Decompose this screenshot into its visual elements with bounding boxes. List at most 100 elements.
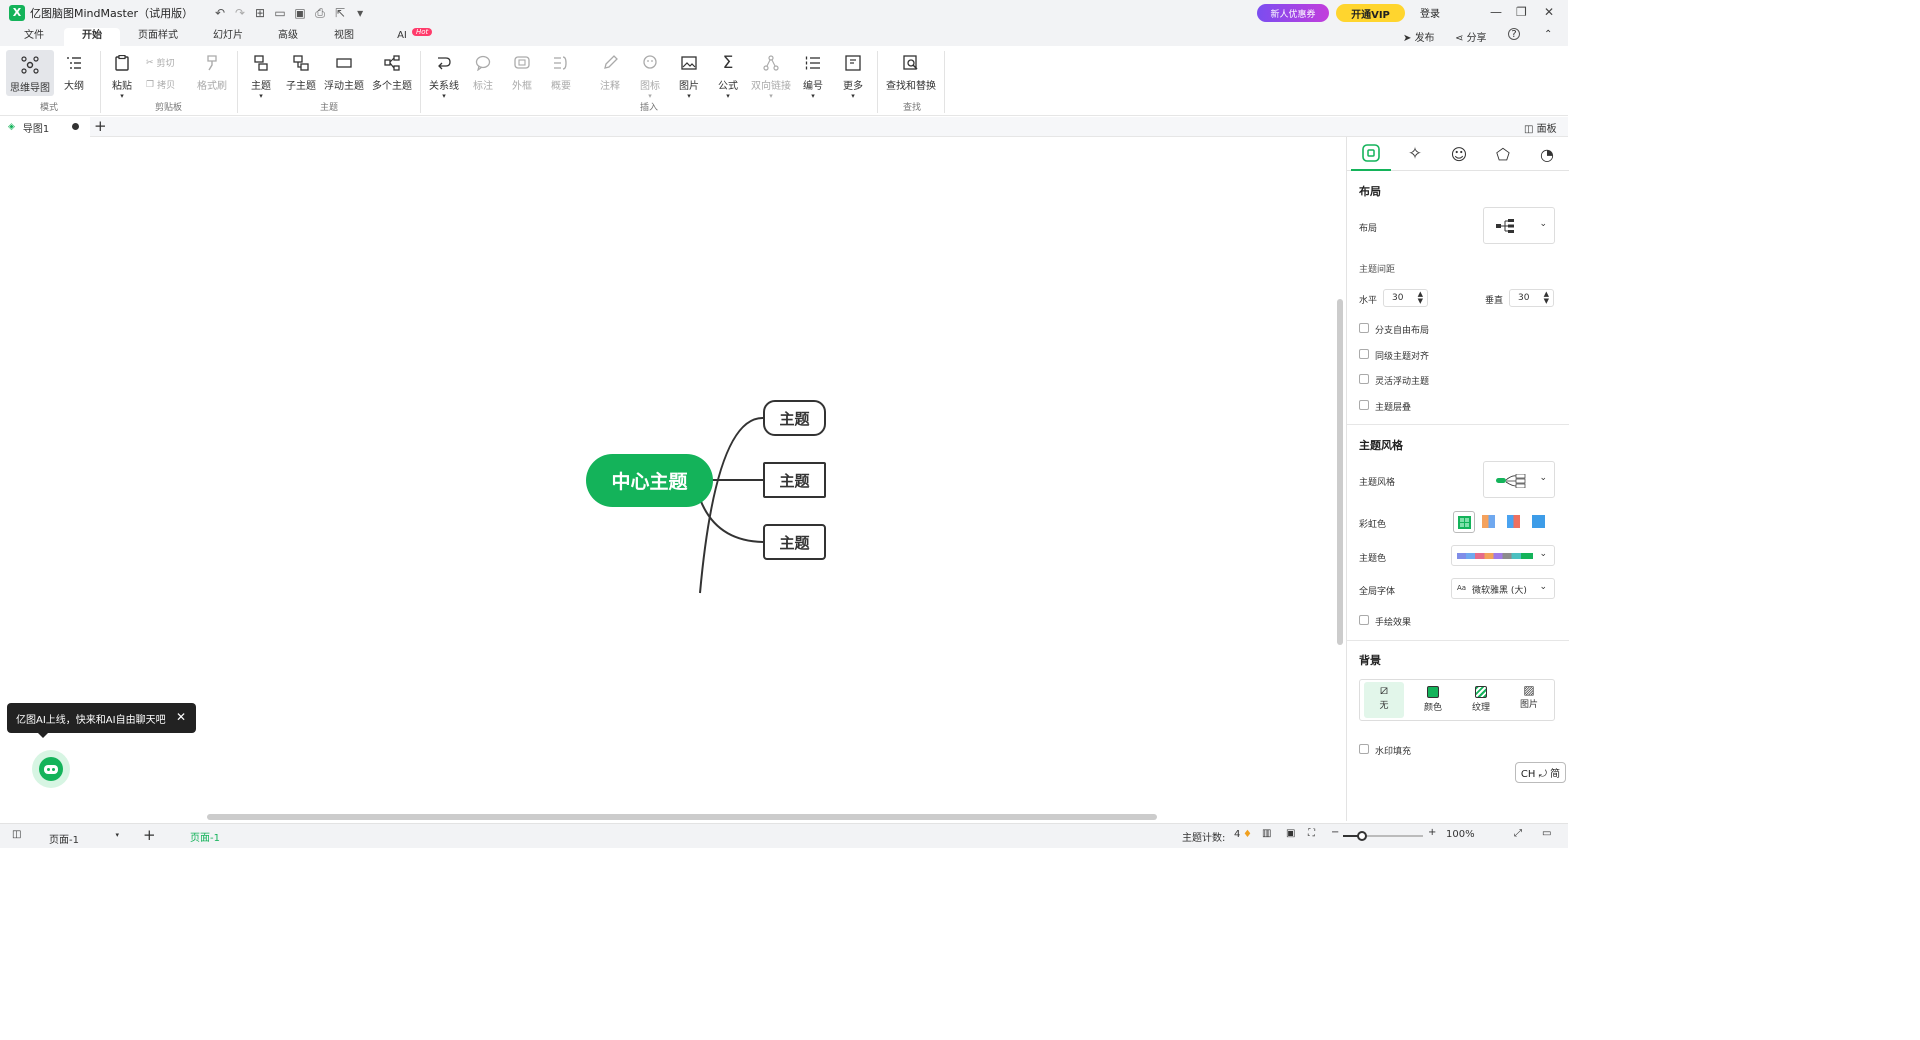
input-method-indicator[interactable]: CH ⤾ 简 xyxy=(1515,762,1566,783)
export-icon[interactable]: ⇱ xyxy=(333,6,347,20)
zoom-out-button[interactable]: − xyxy=(1331,827,1339,838)
cut-button[interactable]: ✂ 剪切 xyxy=(146,56,175,70)
stepper-icon[interactable]: ▲ ▼ xyxy=(1544,291,1549,305)
tab-ai[interactable]: AI xyxy=(392,28,412,46)
zoom-slider-handle[interactable] xyxy=(1357,831,1367,841)
ai-sparkle-icon[interactable]: ✧ xyxy=(1395,137,1435,171)
close-icon[interactable]: ✕ xyxy=(1544,5,1554,19)
background-color-option[interactable]: 颜色 xyxy=(1413,682,1453,718)
customize-quick-access-icon[interactable]: ▾ xyxy=(353,6,367,20)
hand-drawn-checkbox[interactable] xyxy=(1359,615,1369,625)
rainbow-option-4[interactable] xyxy=(1528,511,1550,533)
rainbow-option-1[interactable] xyxy=(1453,511,1475,533)
copy-button[interactable]: ❐ 拷贝 xyxy=(146,78,175,92)
stepper-icon[interactable]: ▲ ▼ xyxy=(1418,291,1423,305)
theme-color-select[interactable]: ⌄ xyxy=(1451,545,1555,566)
zoom-slider[interactable] xyxy=(1343,831,1423,841)
topic-button[interactable]: 主题 ▾ xyxy=(248,46,274,100)
rainbow-option-2[interactable] xyxy=(1478,511,1500,533)
tab-history[interactable]: ◔ xyxy=(1527,137,1567,171)
add-page-button[interactable]: + xyxy=(143,826,156,844)
floating-topic-button[interactable]: 浮动主题 xyxy=(322,46,366,92)
image-button[interactable]: 图片 ▾ xyxy=(676,46,702,100)
ai-assistant-button[interactable] xyxy=(32,750,70,788)
print-icon[interactable]: ⎙ xyxy=(313,6,327,20)
flexible-floating-checkbox[interactable] xyxy=(1359,374,1369,384)
zoom-value[interactable]: 100% xyxy=(1446,829,1475,840)
find-replace-button[interactable]: 查找和替换 xyxy=(884,46,938,92)
undo-icon[interactable]: ↶ xyxy=(213,6,227,20)
numbering-button[interactable]: 编号 ▾ xyxy=(800,46,826,100)
share-button[interactable]: ⋖ 分享 xyxy=(1455,29,1487,44)
zoom-in-button[interactable]: + xyxy=(1428,827,1436,838)
tab-advanced[interactable]: 高级 xyxy=(270,28,306,46)
align-siblings-checkbox[interactable] xyxy=(1359,349,1369,359)
promo-coupon-button[interactable]: 新人优惠券 xyxy=(1257,4,1329,22)
format-painter-button[interactable]: 格式刷 xyxy=(196,46,228,92)
outline-mode-button[interactable]: 大纲 xyxy=(58,46,90,92)
global-font-select[interactable]: Aa 微软雅黑 (大) ⌄ xyxy=(1451,578,1555,599)
publish-button[interactable]: ➤ 发布 xyxy=(1403,29,1435,44)
free-branch-layout-checkbox[interactable] xyxy=(1359,323,1369,333)
save-icon[interactable]: ▣ xyxy=(293,6,307,20)
page-tab[interactable]: 页面-1 xyxy=(190,829,220,844)
rainbow-option-3[interactable] xyxy=(1503,511,1525,533)
page-panel-icon[interactable]: ◫ xyxy=(12,829,21,840)
horizontal-spacing-input[interactable]: 30 ▲ ▼ xyxy=(1383,289,1428,307)
help-icon[interactable]: ? xyxy=(1508,28,1520,40)
bidirectional-link-button[interactable]: 双向链接 ▾ xyxy=(750,46,792,100)
open-folder-icon[interactable]: ▭ xyxy=(273,6,287,20)
callout-button[interactable]: 标注 xyxy=(470,46,496,92)
tab-theme[interactable]: ⬠ xyxy=(1483,137,1523,171)
note-button[interactable]: 注释 xyxy=(597,46,623,92)
paste-button[interactable]: 粘贴 ▾ xyxy=(108,46,136,100)
fullscreen-icon[interactable]: ⛶ xyxy=(1308,828,1315,839)
more-button[interactable]: 更多 ▾ xyxy=(840,46,866,100)
relationship-button[interactable]: 关系线 ▾ xyxy=(428,46,460,100)
vertical-spacing-input[interactable]: 30 ▲ ▼ xyxy=(1509,289,1554,307)
layout-select[interactable]: ⌄ xyxy=(1483,207,1555,244)
document-tab[interactable]: ◈ 导图1 xyxy=(0,117,90,137)
tab-view[interactable]: 视图 xyxy=(326,28,362,46)
mindmap-canvas[interactable]: 中心主题 主题 主题 主题 xyxy=(0,137,1346,821)
background-image-option[interactable]: ▨ 图片 xyxy=(1509,682,1549,718)
tab-file[interactable]: 文件 xyxy=(12,28,56,46)
background-texture-option[interactable]: 纹理 xyxy=(1461,682,1501,718)
tab-slides[interactable]: 幻灯片 xyxy=(202,28,254,46)
central-topic[interactable]: 中心主题 xyxy=(586,454,713,507)
redo-icon[interactable]: ↷ xyxy=(233,6,247,20)
watermark-checkbox[interactable] xyxy=(1359,744,1369,754)
panel-toggle-button[interactable]: ◫ 面板 xyxy=(1524,120,1557,135)
unsaved-dot-icon[interactable] xyxy=(72,123,79,130)
minimize-icon[interactable]: — xyxy=(1490,5,1502,19)
vip-button[interactable]: 开通VIP xyxy=(1336,4,1405,22)
boundary-button[interactable]: 外框 xyxy=(509,46,535,92)
mindmap-mode-button[interactable]: 思维导图 xyxy=(6,50,54,96)
collapse-ribbon-icon[interactable]: ⌃ xyxy=(1544,29,1552,40)
vertical-scrollbar[interactable] xyxy=(1337,299,1343,645)
book-view-icon[interactable]: ▥ xyxy=(1262,828,1271,839)
topic-overlap-checkbox[interactable] xyxy=(1359,400,1369,410)
tab-icons[interactable]: ☺ xyxy=(1439,137,1479,171)
branch-topic[interactable]: 主题 xyxy=(763,462,826,498)
tab-page-style[interactable]: 页面样式 xyxy=(130,28,186,46)
expand-icon[interactable]: ⤢ xyxy=(1514,828,1522,839)
maximize-icon[interactable]: ❐ xyxy=(1516,5,1527,19)
background-none-option[interactable]: ⧄ 无 xyxy=(1364,682,1404,718)
summary-button[interactable]: 概要 xyxy=(548,46,574,92)
page-select[interactable]: 页面-1 ▾ xyxy=(40,827,124,846)
tab-style[interactable] xyxy=(1351,137,1391,171)
horizontal-scrollbar[interactable] xyxy=(207,814,1157,820)
branch-topic[interactable]: 主题 xyxy=(763,400,826,436)
add-tab-button[interactable]: + xyxy=(94,117,107,135)
formula-button[interactable]: Σ 公式 ▾ xyxy=(715,46,741,100)
icon-button[interactable]: 图标 ▾ xyxy=(637,46,663,100)
tab-home[interactable]: 开始 xyxy=(64,28,120,46)
new-file-icon[interactable]: ⊞ xyxy=(253,6,267,20)
topic-style-select[interactable]: ⌄ xyxy=(1483,461,1555,498)
subtopic-button[interactable]: 子主题 xyxy=(284,46,318,92)
branch-topic[interactable]: 主题 xyxy=(763,524,826,560)
close-icon[interactable]: ✕ xyxy=(176,710,186,724)
login-button[interactable]: 登录 xyxy=(1420,5,1440,20)
fit-page-icon[interactable]: ▣ xyxy=(1286,828,1295,839)
